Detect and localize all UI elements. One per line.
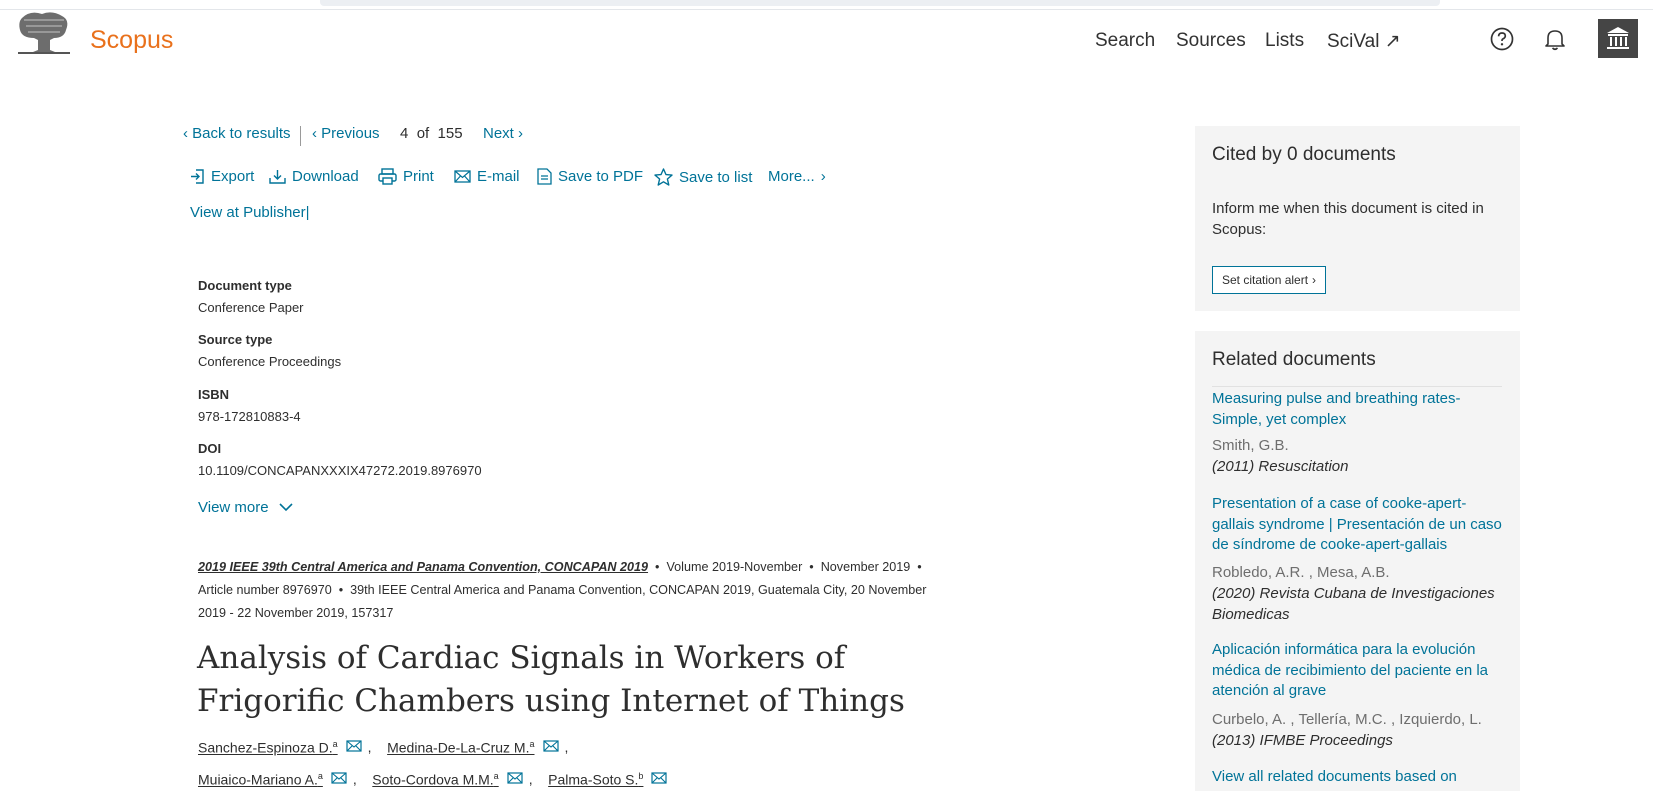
author-link[interactable]: Medina-De-La-Cruz M.a xyxy=(387,739,534,756)
author-link[interactable]: Palma-Soto S.b xyxy=(548,771,643,788)
cited-by-title: Cited by 0 documents xyxy=(1212,144,1396,165)
author-list-row-1: Sanchez-Espinoza D.a , Medina-De-La-Cruz… xyxy=(198,739,569,756)
export-button[interactable]: Export xyxy=(190,168,254,185)
download-icon xyxy=(269,170,286,184)
print-button[interactable]: Print xyxy=(378,168,434,185)
nav-sources[interactable]: Sources xyxy=(1176,30,1246,52)
view-all-related-link[interactable]: View all related documents based on xyxy=(1212,767,1507,788)
mail-icon[interactable] xyxy=(346,739,362,755)
chevron-down-icon xyxy=(279,503,293,512)
cited-by-inform-text: Inform me when this document is cited in… xyxy=(1212,200,1484,238)
browser-top-strip xyxy=(0,0,1653,10)
star-icon xyxy=(654,168,673,186)
more-button[interactable]: More... › xyxy=(768,168,826,185)
email-button[interactable]: E-mail xyxy=(454,168,520,185)
isbn-label: ISBN xyxy=(198,387,230,402)
view-at-publisher-link[interactable]: View at Publisher| xyxy=(190,204,310,221)
chevron-right-icon: › xyxy=(820,168,826,185)
publication-date: November 2019 xyxy=(820,560,911,574)
nav-separator xyxy=(300,126,301,146)
related-doc-authors: Smith, G.B. xyxy=(1212,437,1289,454)
related-doc-title-link[interactable]: Measuring pulse and breathing rates-Simp… xyxy=(1212,389,1507,430)
article-number: Article number 8976970 xyxy=(198,583,332,597)
chevron-left-icon: ‹ xyxy=(183,125,188,142)
related-doc-source: (2020) Revista Cubana de Investigaciones… xyxy=(1212,585,1495,623)
bell-icon[interactable] xyxy=(1542,26,1568,52)
author-list-row-2: Muiaico-Mariano A.a , Soto-Cordova M.M.a… xyxy=(198,771,673,788)
chevron-left-icon: ‹ xyxy=(312,125,317,142)
export-icon xyxy=(191,169,204,184)
document-title: Analysis of Cardiac Signals in Workers o… xyxy=(197,640,905,719)
source-type-value: Conference Proceedings xyxy=(198,354,342,369)
previous-link[interactable]: ‹ Previous xyxy=(312,125,380,142)
institution-icon[interactable] xyxy=(1598,19,1638,58)
save-to-pdf-button[interactable]: Save to PDF xyxy=(537,168,643,185)
doi-value: 10.1109/CONCAPANXXXIX47272.2019.8976970 xyxy=(198,463,482,478)
document-type-label: Document type xyxy=(198,278,292,293)
result-counter: 4 of 155 xyxy=(400,125,463,142)
help-icon[interactable] xyxy=(1489,26,1515,52)
author-link[interactable]: Muiaico-Mariano A.a xyxy=(198,771,323,788)
chevron-right-icon: › xyxy=(1312,273,1317,287)
view-more-button[interactable]: View more xyxy=(198,499,293,516)
pdf-icon xyxy=(537,168,552,185)
mail-icon xyxy=(454,170,471,183)
related-doc-source: (2011) Resuscitation xyxy=(1212,458,1349,475)
next-link[interactable]: Next › xyxy=(483,125,523,142)
chevron-right-icon: › xyxy=(518,125,524,142)
related-doc-title-link[interactable]: Aplicación informática para la evolución… xyxy=(1212,640,1507,702)
print-icon xyxy=(378,168,397,185)
source-info: 2019 IEEE 39th Central America and Panam… xyxy=(198,560,927,620)
elsevier-tree-logo[interactable] xyxy=(16,10,72,56)
related-documents-panel: Related documents Measuring pulse and br… xyxy=(1195,331,1520,791)
author-link[interactable]: Soto-Cordova M.M.a xyxy=(372,771,498,788)
journal-link[interactable]: 2019 IEEE 39th Central America and Panam… xyxy=(198,560,648,574)
related-doc-authors: Curbelo, A. , Tellería, M.C. , Izquierdo… xyxy=(1212,711,1482,728)
related-doc-authors: Robledo, A.R. , Mesa, A.B. xyxy=(1212,564,1390,581)
mail-icon[interactable] xyxy=(542,739,559,755)
isbn-value: 978-172810883-4 xyxy=(198,409,301,424)
nav-search[interactable]: Search xyxy=(1095,30,1155,52)
related-title: Related documents xyxy=(1212,349,1376,370)
document-type-value: Conference Paper xyxy=(198,300,304,315)
author-link[interactable]: Sanchez-Espinoza D.a xyxy=(198,739,338,756)
volume: Volume 2019-November xyxy=(666,560,803,574)
back-to-results-link[interactable]: ‹ Back to results xyxy=(183,125,291,142)
set-citation-alert-button[interactable]: Set citation alert › xyxy=(1212,266,1327,294)
related-divider xyxy=(1212,386,1502,387)
scopus-brand[interactable]: Scopus xyxy=(90,26,173,55)
related-doc-source: (2013) IFMBE Proceedings xyxy=(1212,732,1393,749)
browser-address-bar-edge xyxy=(320,0,1440,6)
related-doc-title-link[interactable]: Presentation of a case of cooke-apert-ga… xyxy=(1212,494,1507,556)
source-type-label: Source type xyxy=(198,332,273,347)
nav-lists[interactable]: Lists xyxy=(1265,30,1304,52)
cited-by-panel: Cited by 0 documents Inform me when this… xyxy=(1195,126,1520,311)
doi-label: DOI xyxy=(198,441,222,456)
save-to-list-button[interactable]: Save to list xyxy=(654,168,752,186)
nav-scival[interactable]: SciVal ↗ xyxy=(1327,30,1401,53)
top-divider xyxy=(0,9,1653,10)
download-button[interactable]: Download xyxy=(269,168,359,185)
